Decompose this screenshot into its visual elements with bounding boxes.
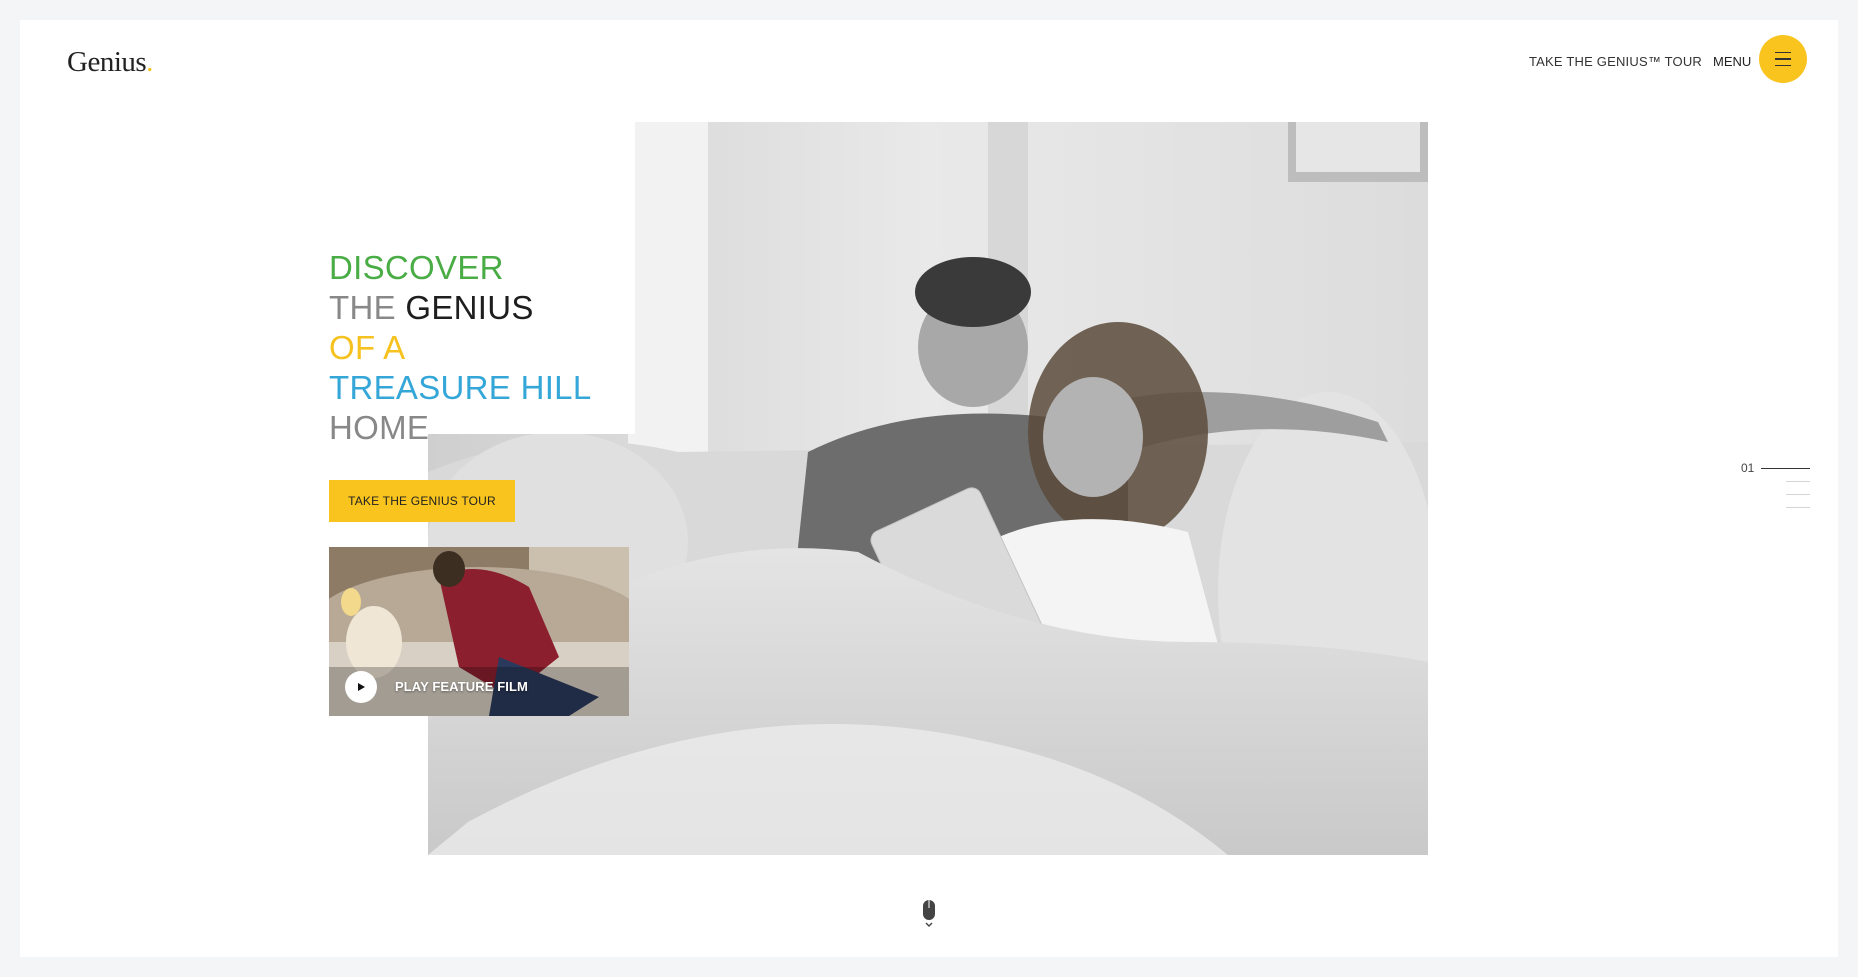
hamburger-icon-line (1775, 58, 1791, 60)
hamburger-icon-line (1775, 52, 1791, 54)
headline-line-1: DISCOVER (329, 249, 504, 286)
headline-line-2: THE GENIUS (329, 288, 591, 328)
play-button[interactable] (345, 671, 377, 703)
slide-dot[interactable] (1786, 507, 1810, 508)
feature-film-thumbnail[interactable]: PLAY FEATURE FILM (329, 547, 629, 716)
logo-dot: . (146, 46, 153, 78)
headline-the: THE (329, 289, 406, 326)
hamburger-icon-line (1775, 64, 1791, 66)
take-genius-tour-button[interactable]: TAKE THE GENIUS TOUR (329, 480, 515, 522)
headline-line-4: TREASURE HILL (329, 369, 592, 406)
headline-line-5: HOME (329, 409, 430, 446)
hero-headline: DISCOVER THE GENIUS OF A TREASURE HILL H… (329, 248, 591, 448)
genius-logo[interactable]: Genius. (67, 46, 153, 79)
menu-label[interactable]: MENU (1713, 54, 1751, 69)
play-feature-film-label[interactable]: PLAY FEATURE FILM (395, 679, 528, 694)
slide-dot[interactable] (1786, 481, 1810, 482)
headline-line-3: OF A (329, 329, 406, 366)
logo-text: Genius (67, 46, 147, 78)
slide-dot-active[interactable] (1761, 468, 1810, 470)
slide-number: 01 (1741, 461, 1755, 475)
page-frame: Genius. TAKE THE GENIUS™ TOUR MENU DISCO… (20, 20, 1838, 957)
scroll-mouse-icon[interactable] (922, 899, 936, 929)
nav-take-tour-link[interactable]: TAKE THE GENIUS™ TOUR (1529, 54, 1702, 69)
slide-dot[interactable] (1786, 494, 1810, 495)
play-icon (358, 683, 365, 691)
headline-genius: GENIUS (405, 289, 534, 326)
menu-button[interactable] (1759, 35, 1807, 83)
